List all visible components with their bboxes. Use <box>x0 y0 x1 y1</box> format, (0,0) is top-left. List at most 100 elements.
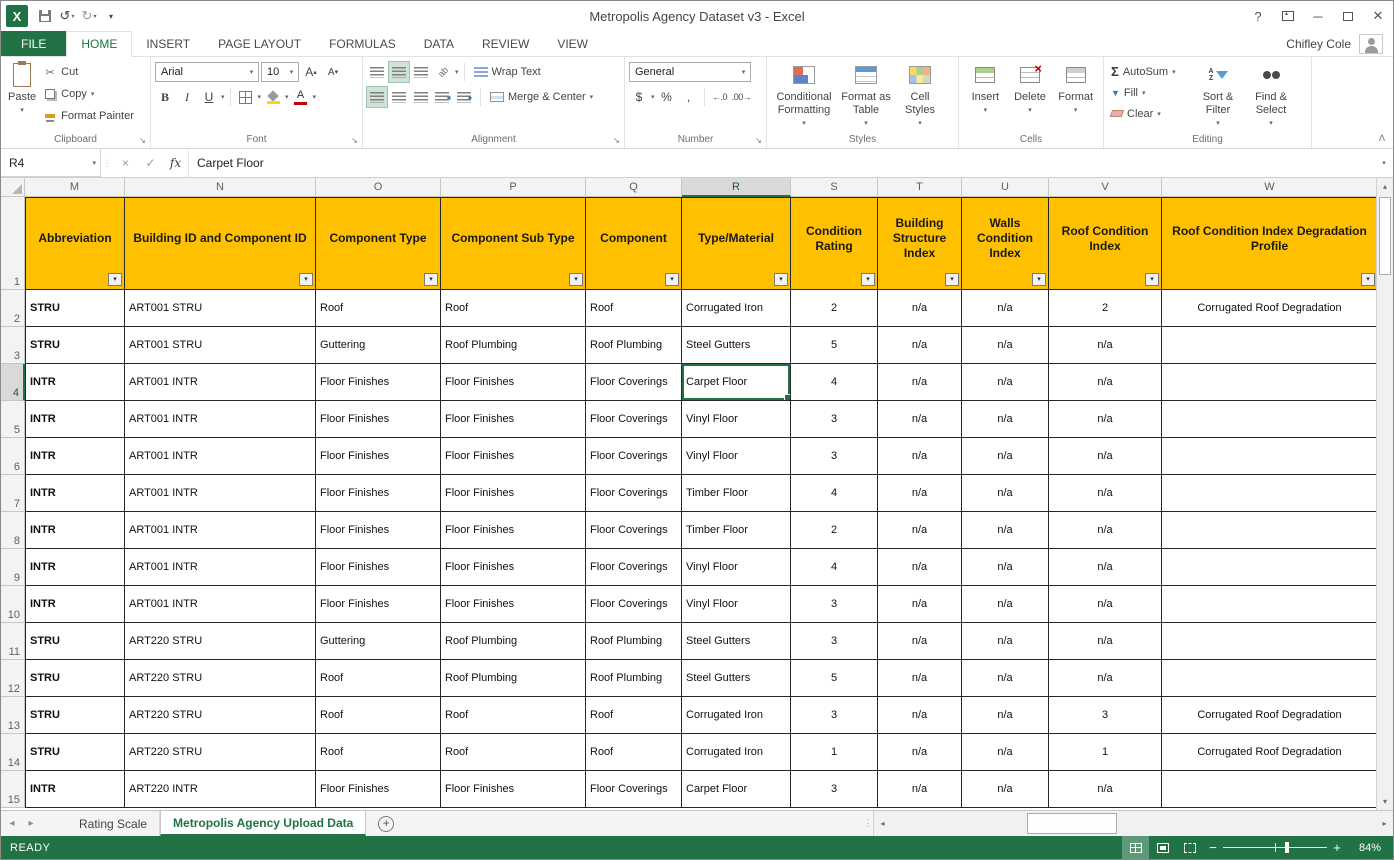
format-dropdown-icon[interactable]: ▾ <box>1074 104 1078 117</box>
cell-O7[interactable]: Floor Finishes <box>316 475 441 512</box>
qat-customize-icon[interactable]: ▾ <box>101 5 121 27</box>
sheet-tab-metropolis-agency-upload-data[interactable]: Metropolis Agency Upload Data <box>160 811 366 836</box>
name-box-dropdown-icon[interactable]: ▾ <box>92 159 96 167</box>
cell-Q8[interactable]: Floor Coverings <box>586 512 682 549</box>
font-name-select[interactable]: Arial ▾ <box>155 62 259 82</box>
cell-W2[interactable]: Corrugated Roof Degradation <box>1162 290 1376 327</box>
zoom-in-button[interactable]: + <box>1327 840 1347 855</box>
cell-V6[interactable]: n/a <box>1049 438 1162 475</box>
save-button[interactable] <box>35 5 55 27</box>
cell-V5[interactable]: n/a <box>1049 401 1162 438</box>
row-header-8[interactable]: 8 <box>1 512 25 549</box>
comma-style-button[interactable]: , <box>679 87 699 107</box>
cell-R6[interactable]: Vinyl Floor <box>682 438 791 475</box>
cell-V8[interactable]: n/a <box>1049 512 1162 549</box>
borders-button[interactable] <box>236 87 256 107</box>
cell-Q7[interactable]: Floor Coverings <box>586 475 682 512</box>
column-header-O[interactable]: O <box>316 178 441 197</box>
cell-O9[interactable]: Floor Finishes <box>316 549 441 586</box>
maximize-button[interactable] <box>1333 1 1363 31</box>
sheet-nav-right-icon[interactable]: ▸ <box>23 811 39 836</box>
sheet-tab-rating-scale[interactable]: Rating Scale <box>67 811 160 836</box>
delete-cells-button[interactable]: Delete ▾ <box>1008 59 1053 119</box>
enter-button[interactable]: ✓ <box>138 149 163 177</box>
cell-Q15[interactable]: Floor Coverings <box>586 771 682 808</box>
cell-O2[interactable]: Roof <box>316 290 441 327</box>
font-dialog-launcher[interactable]: ↘ <box>349 135 360 146</box>
cell-P8[interactable]: Floor Finishes <box>441 512 586 549</box>
paste-button[interactable]: Paste ▾ <box>5 59 39 119</box>
tab-page-layout[interactable]: PAGE LAYOUT <box>204 31 315 56</box>
conditional-formatting-dropdown-icon[interactable]: ▾ <box>802 117 806 130</box>
decrease-font-size-button[interactable]: A▾ <box>323 62 343 82</box>
ribbon-display-options-icon[interactable] <box>1273 1 1303 31</box>
formula-input[interactable]: Carpet Floor <box>188 149 1375 177</box>
header-cell-R1[interactable]: Type/Material▾ <box>682 197 791 290</box>
minimize-button[interactable]: ─ <box>1303 1 1333 31</box>
filter-dropdown-button[interactable]: ▾ <box>665 273 679 286</box>
filter-dropdown-button[interactable]: ▾ <box>108 273 122 286</box>
merge-center-dropdown-icon[interactable]: ▾ <box>590 93 594 101</box>
cell-U6[interactable]: n/a <box>962 438 1049 475</box>
cell-O5[interactable]: Floor Finishes <box>316 401 441 438</box>
page-layout-view-button[interactable] <box>1149 836 1176 859</box>
header-cell-S1[interactable]: Condition Rating▾ <box>791 197 878 290</box>
autosum-button[interactable]: Σ AutoSum ▾ <box>1108 61 1192 82</box>
font-size-dropdown-icon[interactable]: ▾ <box>285 68 298 76</box>
cell-U15[interactable]: n/a <box>962 771 1049 808</box>
increase-font-size-button[interactable]: A▴ <box>301 62 321 82</box>
cell-U10[interactable]: n/a <box>962 586 1049 623</box>
cell-W12[interactable] <box>1162 660 1376 697</box>
cell-U8[interactable]: n/a <box>962 512 1049 549</box>
cell-U9[interactable]: n/a <box>962 549 1049 586</box>
cell-W3[interactable] <box>1162 327 1376 364</box>
column-header-Q[interactable]: Q <box>586 178 682 197</box>
row-header-5[interactable]: 5 <box>1 401 25 438</box>
cell-O10[interactable]: Floor Finishes <box>316 586 441 623</box>
header-cell-W1[interactable]: Roof Condition Index Degradation Profile… <box>1162 197 1376 290</box>
decrease-decimal-button[interactable]: .00→ <box>732 87 752 107</box>
zoom-out-button[interactable]: − <box>1203 840 1223 855</box>
fill-button[interactable]: ▼ Fill ▾ <box>1108 82 1192 103</box>
cell-M14[interactable]: STRU <box>25 734 125 771</box>
cell-Q12[interactable]: Roof Plumbing <box>586 660 682 697</box>
cell-R14[interactable]: Corrugated Iron <box>682 734 791 771</box>
cell-R12[interactable]: Steel Gutters <box>682 660 791 697</box>
accounting-dropdown-icon[interactable]: ▾ <box>651 93 655 101</box>
row-header-1[interactable]: 1 <box>1 197 25 290</box>
cell-O4[interactable]: Floor Finishes <box>316 364 441 401</box>
cell-P6[interactable]: Floor Finishes <box>441 438 586 475</box>
cell-W15[interactable] <box>1162 771 1376 808</box>
scroll-up-icon[interactable]: ▴ <box>1377 178 1393 195</box>
column-header-P[interactable]: P <box>441 178 586 197</box>
cell-styles-button[interactable]: Cell Styles ▾ <box>895 59 945 132</box>
align-left-button[interactable] <box>367 87 387 107</box>
cell-U12[interactable]: n/a <box>962 660 1049 697</box>
redo-dropdown-icon[interactable]: ▾ <box>93 13 96 20</box>
cell-T9[interactable]: n/a <box>878 549 962 586</box>
cell-O11[interactable]: Guttering <box>316 623 441 660</box>
cell-T7[interactable]: n/a <box>878 475 962 512</box>
underline-dropdown-icon[interactable]: ▾ <box>221 93 225 101</box>
cell-N9[interactable]: ART001 INTR <box>125 549 316 586</box>
row-header-12[interactable]: 12 <box>1 660 25 697</box>
header-cell-U1[interactable]: Walls Condition Index▾ <box>962 197 1049 290</box>
cell-U11[interactable]: n/a <box>962 623 1049 660</box>
cell-M2[interactable]: STRU <box>25 290 125 327</box>
cell-P12[interactable]: Roof Plumbing <box>441 660 586 697</box>
format-as-table-dropdown-icon[interactable]: ▾ <box>864 117 868 130</box>
page-break-view-button[interactable] <box>1176 836 1203 859</box>
accounting-format-button[interactable]: $ <box>629 87 649 107</box>
vertical-scroll-track[interactable] <box>1377 195 1393 793</box>
cell-S7[interactable]: 4 <box>791 475 878 512</box>
cell-R4[interactable]: Carpet Floor <box>682 364 791 401</box>
scroll-down-icon[interactable]: ▾ <box>1377 793 1393 810</box>
row-header-13[interactable]: 13 <box>1 697 25 734</box>
cell-Q3[interactable]: Roof Plumbing <box>586 327 682 364</box>
filter-dropdown-button[interactable]: ▾ <box>569 273 583 286</box>
tab-formulas[interactable]: FORMULAS <box>315 31 410 56</box>
cell-W13[interactable]: Corrugated Roof Degradation <box>1162 697 1376 734</box>
cell-T12[interactable]: n/a <box>878 660 962 697</box>
find-select-button[interactable]: Find & Select ▾ <box>1244 59 1298 132</box>
excel-logo-icon[interactable]: X <box>6 5 28 27</box>
